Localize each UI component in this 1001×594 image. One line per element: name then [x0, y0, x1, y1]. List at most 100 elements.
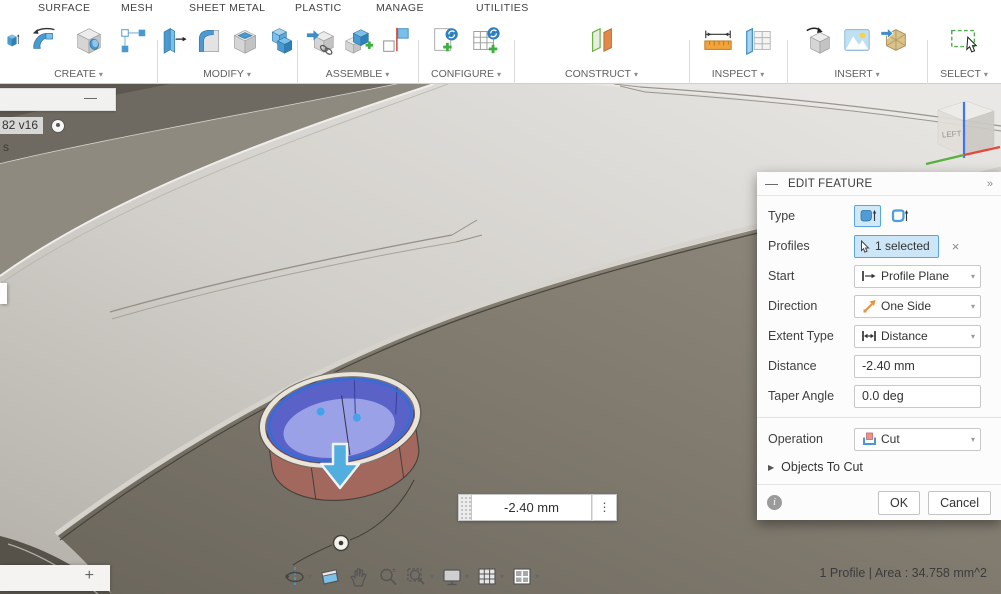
cursor-icon: [860, 240, 871, 253]
pattern-button[interactable]: [114, 18, 152, 62]
measure-button[interactable]: [700, 18, 736, 62]
orbit-icon: [284, 566, 306, 588]
configuration-button[interactable]: [428, 18, 464, 62]
canvas-icon: [841, 24, 873, 56]
distance-input[interactable]: [854, 355, 981, 378]
dialog-header[interactable]: — EDIT FEATURE »: [757, 172, 1001, 196]
profiles-selected-chip[interactable]: 1 selected: [854, 235, 939, 258]
section-analysis-button[interactable]: [740, 18, 776, 62]
extrude-icon: [5, 24, 20, 56]
canvas-button[interactable]: [840, 18, 874, 62]
cancel-button[interactable]: Cancel: [928, 491, 991, 515]
grid-snaps-button[interactable]: ▾: [476, 566, 504, 588]
configuration-icon: [430, 24, 462, 56]
caret-down-icon: ▾: [497, 70, 501, 79]
joint-button[interactable]: [341, 18, 375, 62]
start-row: Start Profile Plane ▾: [757, 261, 1001, 291]
input-menu-button[interactable]: ⋮: [592, 494, 617, 521]
timeline-add-icon[interactable]: +: [85, 567, 94, 585]
main-toolbar: CREATE▾: [0, 16, 1001, 84]
zoom-button[interactable]: ±: [377, 566, 399, 588]
insert-group-label[interactable]: INSERT▾: [787, 68, 927, 80]
select-button[interactable]: [945, 18, 983, 62]
viewcube[interactable]: LEFT: [916, 94, 1001, 166]
svg-text:±: ±: [392, 567, 396, 574]
configure-group-label[interactable]: CONFIGURE▾: [418, 68, 514, 80]
group-insert: INSERT▾: [787, 16, 927, 84]
dialog-separator: [757, 417, 1001, 418]
tab-mesh[interactable]: MESH: [121, 0, 153, 16]
viewports-button[interactable]: ▾: [511, 566, 539, 588]
visibility-radio-icon[interactable]: [51, 119, 65, 133]
type-row: Type: [757, 201, 1001, 231]
group-modify: MODIFY▾: [157, 16, 297, 84]
tab-utilities[interactable]: UTILITIES: [476, 0, 529, 16]
revolve-button[interactable]: [26, 18, 64, 62]
ok-button[interactable]: OK: [878, 491, 920, 515]
start-dropdown[interactable]: Profile Plane ▾: [854, 265, 981, 288]
fillet-button[interactable]: [194, 18, 225, 62]
inspect-group-label[interactable]: INSPECT▾: [689, 68, 787, 80]
configuration-table-button[interactable]: [468, 18, 504, 62]
browser-panel-bar[interactable]: —: [0, 88, 116, 111]
joint-origin-button[interactable]: [378, 18, 412, 62]
measure-icon: [702, 24, 734, 56]
select-group-label[interactable]: SELECT▾: [927, 68, 1001, 80]
construct-group-label[interactable]: CONSTRUCT▾: [514, 68, 689, 80]
insert-mesh-button[interactable]: [878, 18, 912, 62]
shell-icon: [230, 24, 260, 56]
pan-hand-icon: [348, 566, 370, 588]
distance-value-input[interactable]: -2.40 mm: [471, 494, 592, 521]
taper-angle-input[interactable]: [854, 385, 981, 408]
caret-down-icon: ▾: [247, 70, 251, 79]
press-pull-button[interactable]: [157, 18, 188, 62]
display-settings-button[interactable]: ▾: [441, 566, 469, 588]
distance-label: Distance: [768, 359, 854, 373]
document-name[interactable]: 82 v16: [0, 117, 43, 134]
extrude-type-icon: [859, 208, 877, 224]
tab-manage[interactable]: MANAGE: [376, 0, 424, 16]
tab-sheet-metal[interactable]: SHEET METAL: [189, 0, 265, 16]
info-icon[interactable]: i: [767, 495, 782, 510]
caret-down-icon: ▾: [634, 70, 638, 79]
look-at-button[interactable]: [319, 566, 341, 588]
profiles-selected-count: 1 selected: [875, 239, 930, 253]
dialog-expand-icon[interactable]: »: [987, 178, 993, 190]
profiles-row: Profiles 1 selected ×: [757, 231, 1001, 261]
taper-angle-row: Taper Angle: [757, 381, 1001, 411]
insert-derive-button[interactable]: [802, 18, 836, 62]
browser-document-row[interactable]: 82 v16: [0, 116, 65, 135]
extent-type-dropdown[interactable]: Distance ▾: [854, 325, 981, 348]
modify-group-label[interactable]: MODIFY▾: [157, 68, 297, 80]
browser-item-partial[interactable]: s: [3, 140, 9, 154]
tab-surface[interactable]: SURFACE: [38, 0, 90, 16]
input-drag-handle[interactable]: [458, 494, 471, 521]
thin-extrude-type-button[interactable]: [886, 205, 913, 227]
extrude-type-button[interactable]: [854, 205, 881, 227]
objects-to-cut-label: Objects To Cut: [781, 460, 863, 474]
hole-button[interactable]: [70, 18, 108, 62]
new-component-button[interactable]: [304, 18, 338, 62]
collapsed-panel-tab[interactable]: [0, 283, 7, 304]
operation-dropdown[interactable]: Cut ▾: [854, 428, 981, 451]
objects-to-cut-row[interactable]: ▶ Objects To Cut: [757, 454, 1001, 480]
dialog-collapse-icon[interactable]: —: [765, 176, 778, 191]
combine-button[interactable]: [267, 18, 298, 62]
clear-selection-icon[interactable]: ×: [952, 239, 960, 254]
tab-plastic[interactable]: PLASTIC: [295, 0, 342, 16]
offset-plane-button[interactable]: [583, 18, 621, 62]
panel-collapse-icon[interactable]: —: [84, 90, 97, 105]
select-box-icon: [947, 24, 981, 56]
extrude-button[interactable]: [5, 18, 20, 62]
pan-button[interactable]: [348, 566, 370, 588]
assemble-group-label[interactable]: ASSEMBLE▾: [297, 68, 418, 80]
timeline-bar[interactable]: +: [0, 565, 110, 591]
viewports-icon: [511, 566, 533, 588]
toolbar-tab-bar: SURFACE MESH SHEET METAL PLASTIC MANAGE …: [0, 0, 1001, 16]
create-group-label[interactable]: CREATE▾: [0, 68, 157, 80]
zoom-icon: ±: [377, 566, 399, 588]
fit-button[interactable]: ▾: [406, 566, 434, 588]
direction-dropdown[interactable]: One Side ▾: [854, 295, 981, 318]
shell-button[interactable]: [230, 18, 261, 62]
orbit-button[interactable]: ▾: [284, 566, 312, 588]
